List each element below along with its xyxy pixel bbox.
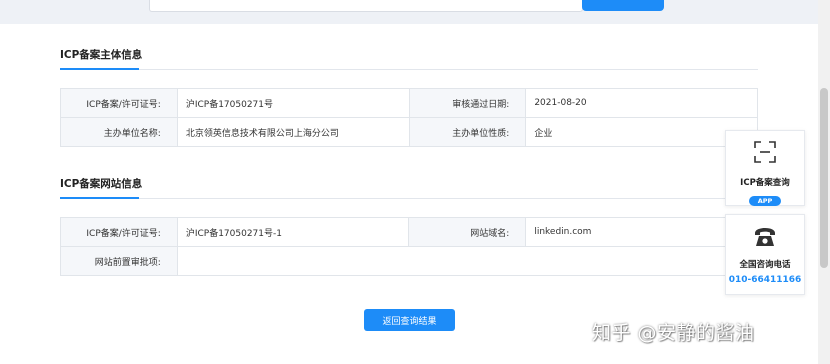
- section-accent-line: [60, 68, 139, 70]
- scrollbar-thumb[interactable]: [820, 88, 828, 268]
- table-label: 审核通过日期:: [408, 88, 527, 118]
- table-label: 主办单位性质:: [408, 117, 527, 147]
- app-badge[interactable]: APP: [748, 196, 782, 206]
- table-row: 主办单位名称: 北京领英信息技术有限公司上海分公司 主办单位性质: 企业: [60, 117, 758, 147]
- table-label: 主办单位名称:: [60, 117, 178, 147]
- table-row: ICP备案/许可证号: 沪ICP备17050271号 审核通过日期: 2021-…: [60, 88, 758, 118]
- icp-query-app-card[interactable]: ICP备案查询 APP: [725, 130, 805, 206]
- section-divider: [60, 69, 758, 70]
- website-info-table: ICP备案/许可证号: 沪ICP备17050271号-1 网站域名: linke…: [60, 217, 759, 276]
- table-value: 北京领英信息技术有限公司上海分公司: [176, 117, 410, 147]
- table-row: ICP备案/许可证号: 沪ICP备17050271号-1 网站域名: linke…: [60, 217, 758, 247]
- table-value: 沪ICP备17050271号-1: [176, 217, 410, 247]
- table-label: 网站域名:: [408, 217, 527, 247]
- table-label: ICP备案/许可证号:: [60, 217, 178, 247]
- scan-icon: [726, 140, 804, 168]
- hotline-card[interactable]: 全国咨询电话 010-66411166: [725, 214, 805, 295]
- phone-icon: [726, 226, 804, 252]
- section-accent-line: [60, 197, 139, 199]
- return-results-button[interactable]: 返回查询结果: [364, 309, 455, 331]
- section-divider: [60, 198, 758, 199]
- hotline-label: 全国咨询电话: [739, 260, 791, 270]
- section-title-entity: ICP备案主体信息: [60, 49, 143, 61]
- table-row: 网站前置审批项:: [60, 246, 759, 276]
- search-button[interactable]: [582, 0, 664, 11]
- table-value: 企业: [525, 117, 758, 147]
- search-area: [0, 0, 818, 24]
- table-value: 沪ICP备17050271号: [176, 88, 410, 118]
- table-value: [176, 246, 759, 276]
- icp-query-label: ICP备案查询: [740, 178, 790, 188]
- section-title-website: ICP备案网站信息: [60, 178, 143, 190]
- table-label: ICP备案/许可证号:: [60, 88, 178, 118]
- hotline-number: 010-66411166: [728, 275, 802, 285]
- watermark: 知乎 @安静的酱油: [592, 322, 755, 344]
- table-value: 2021-08-20: [525, 88, 758, 118]
- search-input[interactable]: [149, 0, 583, 12]
- scrollbar[interactable]: [818, 0, 830, 364]
- table-label: 网站前置审批项:: [60, 246, 178, 276]
- table-value: linkedin.com: [525, 217, 758, 247]
- entity-info-table: ICP备案/许可证号: 沪ICP备17050271号 审核通过日期: 2021-…: [60, 88, 758, 147]
